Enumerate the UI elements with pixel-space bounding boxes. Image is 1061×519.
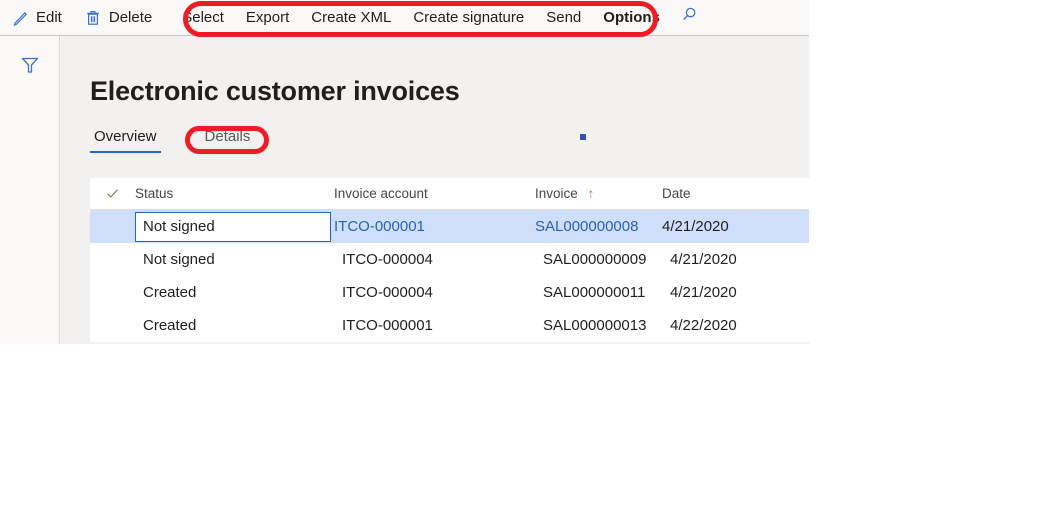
page-body: Electronic customer invoices Overview De… <box>61 36 809 344</box>
tab-details-label: Details <box>204 128 251 145</box>
table-row[interactable]: Created ITCO-000001 SAL000000013 4/22/20… <box>90 309 809 342</box>
left-rail <box>0 36 60 344</box>
invoices-grid: Status Invoice account Invoice ↑ Date No… <box>90 178 809 342</box>
row-date-cell: 4/22/2020 <box>670 317 737 334</box>
table-row[interactable]: Created ITCO-000004 SAL000000011 4/21/20… <box>90 276 809 309</box>
application-window: Edit Delete Select Export Create XML Cre… <box>0 0 809 344</box>
delete-button[interactable]: Delete <box>73 1 163 35</box>
row-invoice-cell[interactable]: SAL000000009 <box>543 251 670 268</box>
options-button[interactable]: Options <box>592 1 671 35</box>
column-header-invoice[interactable]: Invoice ↑ <box>535 186 662 201</box>
export-button-label: Export <box>245 9 290 26</box>
search-icon <box>679 5 699 30</box>
create-xml-button[interactable]: Create XML <box>300 1 402 35</box>
edit-button[interactable]: Edit <box>0 1 73 35</box>
row-invoice-account-cell[interactable]: ITCO-000001 <box>334 218 535 235</box>
table-row[interactable]: Not signed ITCO-000001 SAL000000008 4/21… <box>90 210 809 243</box>
row-invoice-cell[interactable]: SAL000000008 <box>535 218 662 235</box>
create-signature-button-label: Create signature <box>413 9 525 26</box>
column-header-invoice-label: Invoice <box>535 186 578 201</box>
row-invoice-cell[interactable]: SAL000000011 <box>543 284 670 301</box>
tab-details[interactable]: Details <box>201 128 255 153</box>
filter-funnel-icon[interactable] <box>19 54 41 76</box>
select-button[interactable]: Select <box>171 1 235 35</box>
tab-strip: Overview Details <box>90 128 294 160</box>
select-all-checkmark-icon[interactable] <box>90 186 135 201</box>
edit-button-label: Edit <box>36 9 62 26</box>
tab-overview-label: Overview <box>94 128 157 145</box>
export-button[interactable]: Export <box>235 1 300 35</box>
tab-overview[interactable]: Overview <box>90 128 161 153</box>
row-status-cell[interactable]: Created <box>135 284 342 301</box>
column-header-date[interactable]: Date <box>662 186 802 201</box>
row-date-cell: 4/21/2020 <box>662 218 729 235</box>
column-header-invoice-account[interactable]: Invoice account <box>334 186 535 201</box>
row-status-cell[interactable]: Not signed <box>135 211 334 242</box>
table-row[interactable]: Not signed ITCO-000004 SAL000000009 4/21… <box>90 243 809 276</box>
create-xml-button-label: Create XML <box>311 9 392 26</box>
options-button-label: Options <box>603 9 660 26</box>
row-date-cell: 4/21/2020 <box>670 251 737 268</box>
row-status-cell[interactable]: Not signed <box>135 251 342 268</box>
status-edit-input[interactable]: Not signed <box>135 211 331 242</box>
row-invoice-account-cell[interactable]: ITCO-000004 <box>342 284 543 301</box>
column-header-status[interactable]: Status <box>135 186 334 201</box>
grid-header-row: Status Invoice account Invoice ↑ Date <box>90 178 809 210</box>
send-button[interactable]: Send <box>535 1 592 35</box>
command-bar: Edit Delete Select Export Create XML Cre… <box>0 0 809 36</box>
delete-button-label: Delete <box>108 9 153 26</box>
row-invoice-account-cell[interactable]: ITCO-000004 <box>342 251 543 268</box>
send-button-label: Send <box>546 9 582 26</box>
pencil-icon <box>11 8 30 27</box>
trash-icon <box>84 8 103 27</box>
row-invoice-account-cell[interactable]: ITCO-000001 <box>342 317 543 334</box>
row-invoice-cell[interactable]: SAL000000013 <box>543 317 670 334</box>
sort-ascending-icon: ↑ <box>587 186 595 201</box>
page-title: Electronic customer invoices <box>90 76 460 106</box>
search-button[interactable] <box>671 1 707 35</box>
select-button-label: Select <box>182 9 224 26</box>
row-status-cell[interactable]: Created <box>135 317 342 334</box>
create-signature-button[interactable]: Create signature <box>402 1 535 35</box>
tab-indicator-dot <box>580 134 586 140</box>
row-date-cell: 4/21/2020 <box>670 284 737 301</box>
